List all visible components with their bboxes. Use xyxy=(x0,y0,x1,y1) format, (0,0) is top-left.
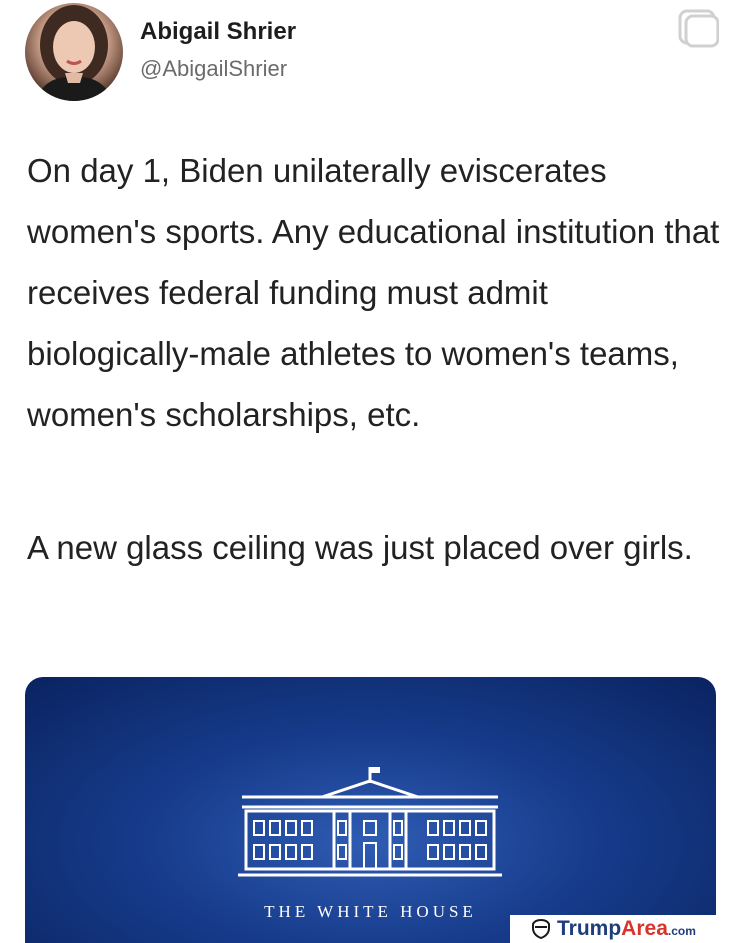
tweet-card: Abigail Shrier @AbigailShrier On day 1, … xyxy=(0,0,740,943)
avatar[interactable] xyxy=(25,3,123,101)
watermark-text: TrumpArea.com xyxy=(557,917,696,941)
share-icon[interactable] xyxy=(677,8,719,48)
shield-icon xyxy=(532,918,550,940)
watermark-brand-suffix: .com xyxy=(667,924,696,938)
watermark: TrumpArea.com xyxy=(510,915,740,943)
tweet-text-paragraph-1: On day 1, Biden unilaterally eviscerates… xyxy=(27,152,720,433)
watermark-brand-part1: Trump xyxy=(557,917,622,940)
tweet-text-paragraph-2: A new glass ceiling was just placed over… xyxy=(27,529,693,566)
author-handle[interactable]: @AbigailShrier xyxy=(140,56,287,82)
white-house-icon xyxy=(238,767,502,877)
media-card[interactable]: THE WHITE HOUSE xyxy=(25,677,716,943)
avatar-portrait xyxy=(35,5,113,101)
watermark-brand-part2: Area xyxy=(621,917,668,940)
author-name[interactable]: Abigail Shrier xyxy=(140,18,296,46)
